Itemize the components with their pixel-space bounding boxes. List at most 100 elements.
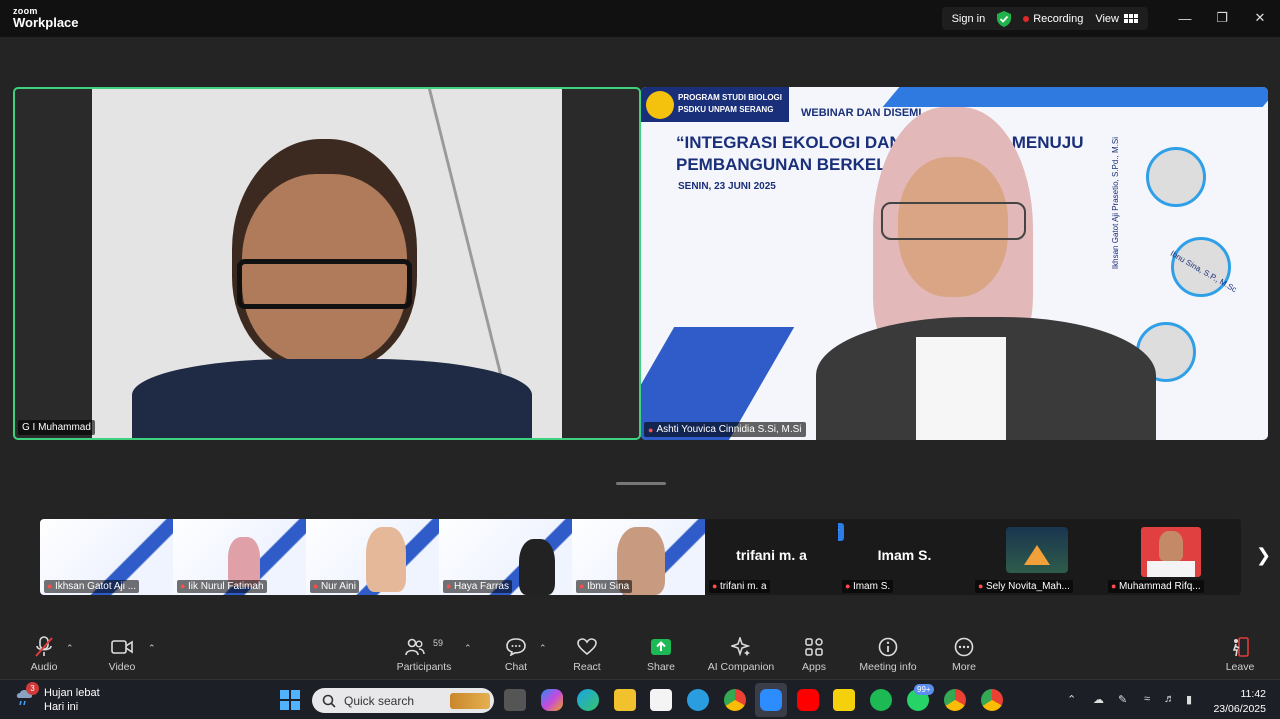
info-icon <box>853 633 923 661</box>
chrome-profile-icon[interactable] <box>944 689 966 711</box>
youtube-icon[interactable] <box>797 689 819 711</box>
more-options-icon[interactable]: ⋯ <box>838 523 844 541</box>
participant-name: G I Muhammad <box>18 420 95 435</box>
chat-options-chevron-icon[interactable]: ⌃ <box>539 643 547 654</box>
network-off-icon[interactable]: ☁ <box>1093 693 1104 706</box>
filmstrip-tile[interactable]: ● Ibnu Sina <box>572 519 705 595</box>
participant-name: ● Sely Novita_Mah... <box>975 580 1073 593</box>
recording-label: Recording <box>1033 12 1084 25</box>
slide-date: SENIN, 23 JUNI 2025 <box>678 181 776 192</box>
sticky-notes-icon[interactable] <box>833 689 855 711</box>
file-explorer-icon[interactable] <box>614 689 636 711</box>
sign-in-button[interactable]: Sign in <box>952 13 986 25</box>
video-tile-g-i-muhammad[interactable]: G I Muhammad <box>13 87 641 440</box>
weather-day: Hari ini <box>44 701 79 714</box>
slide-header-badge: PROGRAM STUDI BIOLOGI PSDKU UNPAM SERANG <box>641 87 789 122</box>
participant-name: ● Ikhsan Gatot Aji ... <box>44 580 140 593</box>
pen-icon[interactable]: ✎ <box>1118 693 1127 706</box>
mic-off-icon: ● <box>579 581 587 591</box>
participant-name: ● Haya Farras <box>443 580 512 593</box>
restore-button[interactable]: ❐ <box>1212 9 1232 27</box>
clock-date: 23/06/2025 <box>1213 702 1266 715</box>
logo-large: Workplace <box>13 15 79 30</box>
mic-off-icon: ● <box>845 581 853 591</box>
view-button[interactable]: View <box>1095 13 1138 25</box>
leave-label: Leave <box>1225 661 1255 673</box>
participants-count: 59 <box>432 638 443 648</box>
weather-condition: Hujan lebat <box>44 687 100 699</box>
spotify-icon[interactable] <box>870 689 892 711</box>
microsoft-store-icon[interactable] <box>650 689 672 711</box>
zoom-logo: zoom Workplace <box>13 7 79 30</box>
system-clock[interactable]: 11:42 23/06/2025 <box>1213 687 1266 716</box>
wifi-icon[interactable]: ≈ <box>1144 693 1150 705</box>
share-button[interactable]: Share <box>626 633 696 673</box>
edge-browser-icon[interactable] <box>577 689 599 711</box>
tray-expand-chevron-icon[interactable]: ⌃ <box>1067 693 1076 706</box>
filmstrip-next-chevron-icon[interactable]: ❯ <box>1256 545 1271 566</box>
weather-widget[interactable]: 3 Hujan lebat Hari ini <box>14 682 100 715</box>
filmstrip-tile[interactable]: ● Muhammad Rifq... <box>1104 519 1237 595</box>
volume-icon[interactable]: ♬ <box>1164 693 1175 705</box>
weather-alert-badge: 3 <box>26 682 39 695</box>
grid-icon <box>1124 14 1138 24</box>
audio-label: Audio <box>30 661 58 673</box>
glasses <box>237 259 412 309</box>
meeting-info-label: Meeting info <box>859 661 917 673</box>
clock-time: 11:42 <box>1240 688 1267 700</box>
apps-icon <box>779 633 849 661</box>
participants-button[interactable]: 59 Participants <box>389 633 459 673</box>
filmstrip-tile[interactable]: ⋯ Imam S. ● Imam S. <box>838 519 971 595</box>
ai-companion-label: AI Companion <box>707 661 775 673</box>
meeting-info-button[interactable]: Meeting info <box>853 633 923 673</box>
filmstrip: ● Ikhsan Gatot Aji ... ● Iik Nurul Fatim… <box>40 519 1241 595</box>
battery-icon[interactable]: ▮ <box>1186 693 1192 706</box>
leave-button[interactable]: Leave <box>1205 633 1275 673</box>
windows-start-icon[interactable] <box>279 689 301 711</box>
more-button[interactable]: More <box>929 633 999 673</box>
tent-icon <box>1024 545 1050 565</box>
ai-companion-button[interactable]: AI Companion <box>706 633 776 673</box>
participants-options-chevron-icon[interactable]: ⌃ <box>464 643 472 654</box>
sparkle-icon <box>706 633 776 661</box>
video-tile-ashti[interactable]: PROGRAM STUDI BIOLOGI PSDKU UNPAM SERANG… <box>641 87 1268 440</box>
audio-options-chevron-icon[interactable]: ⌃ <box>66 643 74 654</box>
filmstrip-tile[interactable]: ● Haya Farras <box>439 519 572 595</box>
mic-off-icon: ● <box>648 424 654 435</box>
minimize-button[interactable]: — <box>1175 9 1195 27</box>
share-screen-icon <box>626 633 696 661</box>
video-feed <box>92 89 562 438</box>
filmstrip-tile[interactable]: ● Nur Aini <box>306 519 439 595</box>
share-label: Share <box>646 661 676 673</box>
close-button[interactable]: ✕ <box>1250 9 1270 27</box>
filmstrip-tile[interactable]: trifani m. a ● trifani m. a <box>705 519 838 595</box>
mic-off-icon: ● <box>47 581 55 591</box>
presenter-glasses <box>881 202 1026 240</box>
zoom-app-icon[interactable] <box>760 689 782 711</box>
taskbar-search[interactable]: Quick search <box>312 688 494 713</box>
chrome-profile-2-icon[interactable] <box>981 689 1003 711</box>
filmstrip-tile[interactable]: ● Iik Nurul Fatimah <box>173 519 306 595</box>
task-view-icon[interactable] <box>504 689 526 711</box>
leave-icon <box>1205 633 1275 661</box>
resize-handle[interactable] <box>616 482 666 485</box>
speaker-photo-1 <box>1146 147 1206 207</box>
heart-icon <box>552 633 622 661</box>
filmstrip-tile[interactable]: ● Sely Novita_Mah... <box>971 519 1104 595</box>
settings-app-icon[interactable] <box>687 689 709 711</box>
search-highlight-image <box>450 692 490 709</box>
slide-event: WEBINAR DAN DISEMI <box>801 107 922 119</box>
react-button[interactable]: React <box>552 633 622 673</box>
shield-check-icon[interactable] <box>997 10 1012 27</box>
video-button[interactable]: Video <box>87 633 157 673</box>
recording-indicator[interactable]: Recording <box>1023 13 1083 25</box>
chat-label: Chat <box>504 661 528 673</box>
participant-display-name: trifani m. a <box>736 547 807 563</box>
whatsapp-icon[interactable]: 99+ <box>907 684 934 711</box>
filmstrip-tile[interactable]: ● Ikhsan Gatot Aji ... <box>40 519 173 595</box>
copilot-icon[interactable] <box>541 689 563 711</box>
apps-button[interactable]: Apps <box>779 633 849 673</box>
video-options-chevron-icon[interactable]: ⌃ <box>148 643 156 654</box>
video-camera-icon <box>87 633 157 661</box>
chrome-icon[interactable] <box>724 689 746 711</box>
